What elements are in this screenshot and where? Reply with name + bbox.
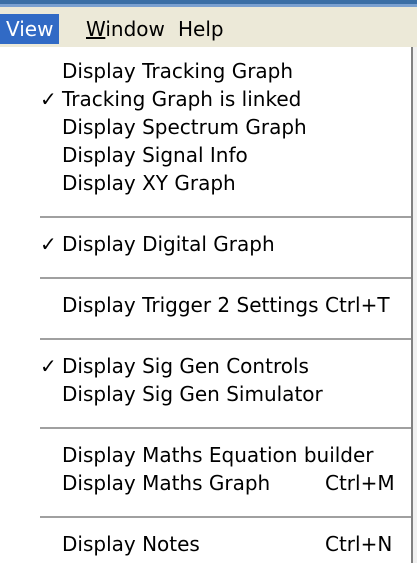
- menu-bar: View Window Help: [0, 0, 417, 48]
- menu-item-label: Display XY Graph: [62, 171, 236, 195]
- menu-separator: [40, 338, 411, 340]
- menu-item-shortcut: Ctrl+N: [325, 532, 393, 556]
- menu-item-display-sig-gen-controls[interactable]: ✓ Display Sig Gen Controls: [0, 352, 411, 380]
- menu-item-label: Display Maths Graph: [62, 471, 271, 495]
- menu-view[interactable]: View: [0, 14, 60, 44]
- menu-item-label: Display Digital Graph: [62, 232, 275, 256]
- menu-item-label: Display Notes: [62, 532, 200, 556]
- menu-item-display-maths-graph[interactable]: Display Maths Graph Ctrl+M: [0, 469, 411, 497]
- menu-item-display-maths-equation-builder[interactable]: Display Maths Equation builder: [0, 441, 411, 469]
- menu-item-label: Display Signal Info: [62, 143, 248, 167]
- menu-window-label-rest: indow: [105, 17, 165, 41]
- checkmark-icon: ✓: [40, 87, 57, 111]
- menu-item-display-signal-info[interactable]: Display Signal Info: [0, 141, 411, 169]
- menu-item-tracking-graph-linked[interactable]: ✓ Tracking Graph is linked: [0, 85, 411, 113]
- menu-separator: [40, 427, 411, 429]
- menu-item-label: Display Spectrum Graph: [62, 115, 307, 139]
- checkmark-icon: ✓: [40, 354, 57, 378]
- menu-item-display-spectrum-graph[interactable]: Display Spectrum Graph: [0, 113, 411, 141]
- menu-item-display-xy-graph[interactable]: Display XY Graph: [0, 169, 411, 197]
- menu-window[interactable]: Window: [80, 14, 171, 44]
- menu-item-label: Display Sig Gen Simulator: [62, 382, 323, 406]
- menu-view-label: View: [6, 17, 54, 41]
- menu-help-label: Help: [178, 17, 224, 41]
- menu-item-display-sig-gen-simulator[interactable]: Display Sig Gen Simulator: [0, 380, 411, 408]
- menu-item-label: Display Maths Equation builder: [62, 443, 374, 467]
- menu-item-display-tracking-graph[interactable]: Display Tracking Graph: [0, 57, 411, 85]
- menu-item-label: Display Sig Gen Controls: [62, 354, 309, 378]
- menu-separator: [40, 277, 411, 279]
- application-window: View Window Help Display Tracking Graph …: [0, 0, 417, 563]
- menu-item-display-digital-graph[interactable]: ✓ Display Digital Graph: [0, 230, 411, 258]
- menu-window-accelerator: W: [86, 17, 106, 41]
- title-bar-edge-highlight: [0, 4, 417, 7]
- menu-separator: [40, 216, 411, 218]
- checkmark-icon: ✓: [40, 232, 57, 256]
- menu-help[interactable]: Help: [172, 14, 230, 44]
- menu-item-display-notes[interactable]: Display Notes Ctrl+N: [0, 530, 411, 558]
- view-dropdown-menu: Display Tracking Graph ✓ Tracking Graph …: [0, 47, 413, 563]
- menu-item-label: Display Tracking Graph: [62, 59, 294, 83]
- menu-item-shortcut: Ctrl+M: [325, 471, 395, 495]
- menu-item-label: Tracking Graph is linked: [62, 87, 302, 111]
- menu-separator: [40, 516, 411, 518]
- menu-item-display-trigger-2-settings[interactable]: Display Trigger 2 Settings Ctrl+T: [0, 291, 411, 319]
- menu-shadow: [413, 47, 417, 563]
- menu-item-label: Display Trigger 2 Settings: [62, 293, 319, 317]
- menu-item-shortcut: Ctrl+T: [325, 293, 390, 317]
